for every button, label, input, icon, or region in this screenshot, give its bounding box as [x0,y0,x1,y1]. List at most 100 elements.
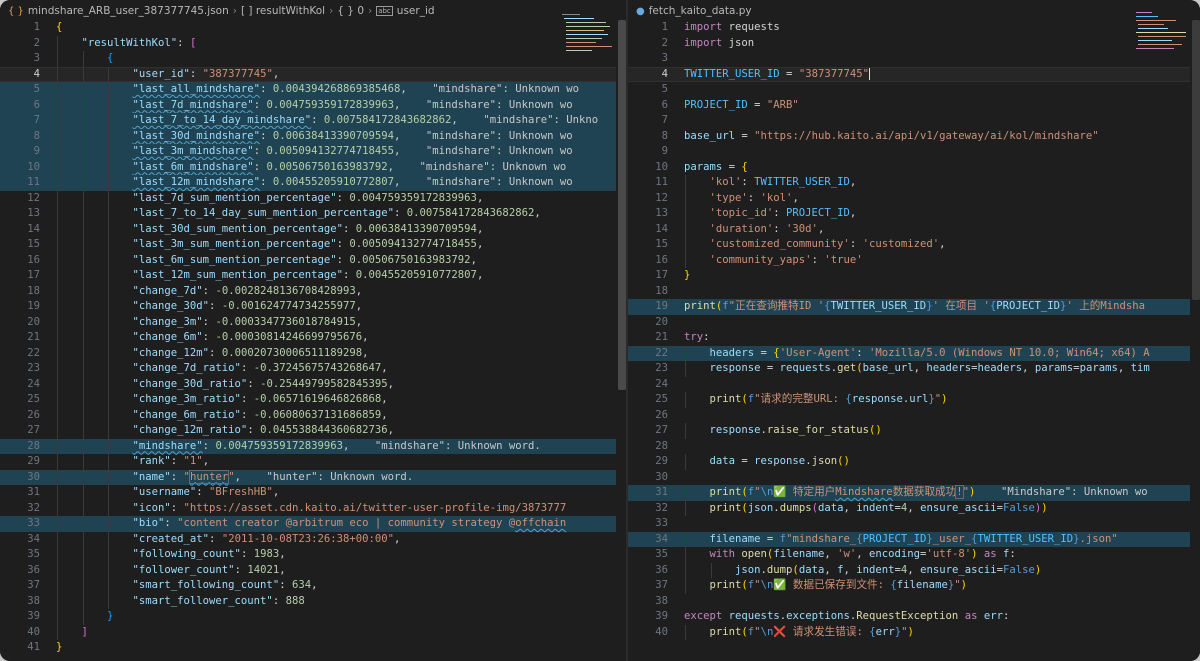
code-line[interactable]: 22 headers = {'User-Agent': 'Mozilla/5.0 … [628,345,1200,361]
minimap[interactable] [1132,8,1196,68]
code-line[interactable]: 39} [0,609,626,625]
code-line[interactable]: 19 "change_30d": -0.001624774734255977, [0,299,626,315]
code-line[interactable]: 31 print(f"\n✅ 特定用户Mindshare数据获取成功!") "Mi… [628,485,1200,501]
code-line[interactable]: 11 "last_12m_mindshare": 0.00455205910772… [0,175,626,191]
code-line[interactable]: 21 try: [628,330,1200,346]
code-line[interactable]: 16 "last_6m_sum_mention_percentage": 0.00… [0,252,626,268]
breadcrumb-key[interactable]: user_id [397,5,435,17]
code-line[interactable]: 18 "change_7d": -0.0028248136708428993, [0,283,626,299]
code-line[interactable]: 25 "change_3m_ratio": -0.0657161964682686… [0,392,626,408]
code-line[interactable]: 26 "change_6m_ratio": -0.0608063713168685… [0,407,626,423]
code-line[interactable]: 24 [628,377,1200,393]
code-line[interactable]: 19 print(f"正在查询推特ID '{TWITTER_USER_ID}' 在… [628,299,1200,315]
code-line[interactable]: 12 "last_7d_sum_mention_percentage": 0.00… [0,190,626,206]
breadcrumb-file[interactable]: fetch_kaito_data.py [649,5,752,17]
code-area[interactable]: 1 import requests 2 import json 3 4 TWITTER_US… [628,20,1200,640]
code-line[interactable]: 27 "change_12m_ratio": 0.0455388443606827… [0,423,626,439]
code-line[interactable]: 2 import json [628,36,1200,52]
code-line[interactable]: 40 print(f"\n❌ 请求发生错误: {err}") [628,624,1200,640]
code-line[interactable]: 33 "bio": "content creator @arbitrum eco … [0,516,626,532]
code-line[interactable]: 35 "following_count": 1983, [0,547,626,563]
code-line[interactable]: 13 'topic_id': PROJECT_ID, [628,206,1200,222]
code-line[interactable]: 31 "username": "BFreshHB", [0,485,626,501]
scrollbar-thumb[interactable] [618,20,626,390]
code-line[interactable]: 34 "created_at": "2011-10-08T23:26:38+00:… [0,531,626,547]
code-line[interactable]: 5 [628,82,1200,98]
code-line[interactable]: 35 with open(filename, 'w', encoding='utf… [628,547,1200,563]
vertical-scrollbar[interactable] [1190,20,1200,661]
code-line[interactable]: 41} [0,640,626,656]
code-line[interactable]: 38 [628,594,1200,610]
code-line[interactable]: 24 "change_30d_ratio": -0.254497995828453… [0,376,626,392]
code-line[interactable]: 4 TWITTER_USER_ID = "387377745" [628,66,1200,82]
code-line[interactable]: 25 print(f"请求的完整URL: {response.url}") [628,392,1200,408]
code-line[interactable]: 7 "last_7_to_14_day_mindshare": 0.0075841… [0,113,626,129]
code-line[interactable]: 22 "change_12m": 0.00020730006511189298, [0,345,626,361]
code-line[interactable]: 38 "smart_follower_count": 888 [0,593,626,609]
indent-guide [108,252,109,268]
code-line[interactable]: 30 [628,470,1200,486]
code-line[interactable]: 34 filename = f"mindshare_{PROJECT_ID}_us… [628,531,1200,547]
minimap[interactable] [558,8,622,68]
code-line[interactable]: 29 data = response.json() [628,454,1200,470]
code-line[interactable]: 13 "last_7_to_14_day_sum_mention_percenta… [0,206,626,222]
code-line[interactable]: 23 "change_7d_ratio": -0.3724567574326864… [0,361,626,377]
code-line[interactable]: 32 print(json.dumps(data, indent=4, ensur… [628,500,1200,516]
breadcrumb-object[interactable]: { } 0 [337,5,364,17]
breadcrumb-array[interactable]: [ ] resultWithKol [241,5,325,17]
code-line[interactable]: 18 [628,284,1200,300]
code-line[interactable]: 20 "change_3m": -0.0003347736018784915, [0,314,626,330]
code-line[interactable]: 6 PROJECT_ID = "ARB" [628,98,1200,114]
code-token: ) [1041,501,1048,514]
code-line[interactable]: 11 'kol': TWITTER_USER_ID, [628,175,1200,191]
code-token: = [779,67,799,80]
code-line[interactable]: 28 [628,439,1200,455]
code-line[interactable]: 27 response.raise_for_status() [628,423,1200,439]
python-editor-pane[interactable]: ● fetch_kaito_data.py 1 import requests 2 i… [628,0,1200,661]
code-line[interactable]: 14 'duration': '30d', [628,221,1200,237]
code-line[interactable]: 8 "last_30d_mindshare": 0.006384133907095… [0,128,626,144]
code-line[interactable]: 3 [628,51,1200,67]
code-line[interactable]: 20 [628,315,1200,331]
code-line[interactable]: 39 except requests.exceptions.RequestExce… [628,609,1200,625]
code-line[interactable]: 28 "mindshare": 0.004759359172839963, "mi… [0,438,626,454]
code-line[interactable]: 17} [628,268,1200,284]
code-line[interactable]: 40] [0,624,626,640]
code-line[interactable]: 1 import requests [628,20,1200,36]
json-editor-pane[interactable]: { } mindshare_ARB_user_387377745.json › … [0,0,626,661]
code-line[interactable]: 10 params = { [628,160,1200,176]
code-line[interactable]: 2 "resultWithKol": [ [0,35,626,51]
code-line[interactable]: 3{ [0,51,626,67]
code-line[interactable]: 30 "name": "hunter", "hunter": Unknown wo… [0,469,626,485]
code-line[interactable]: 5 "last_all_mindshare": 0.004394268869385… [0,82,626,98]
code-area[interactable]: 1{2 "resultWithKol": [3{4 "user_id": "3873… [0,20,626,656]
code-line[interactable]: 37 print(f"\n✅ 数据已保存到文件: {filename}") [628,578,1200,594]
code-line[interactable]: 8 base_url = "https://hub.kaito.ai/api/v1… [628,129,1200,145]
code-line[interactable]: 4 "user_id": "387377745", [0,66,626,82]
scrollbar-thumb[interactable] [1192,20,1200,300]
code-line[interactable]: 36 "follower_count": 14021, [0,562,626,578]
code-line[interactable]: 14 "last_30d_sum_mention_percentage": 0.0… [0,221,626,237]
code-line[interactable]: 9 "last_3m_mindshare": 0.0050941327747184… [0,144,626,160]
code-line[interactable]: 12 'type': 'kol', [628,190,1200,206]
breadcrumb-file[interactable]: mindshare_ARB_user_387377745.json [28,5,229,17]
code-line[interactable]: 26 [628,408,1200,424]
code-line[interactable]: 23 response = requests.get(base_url, head… [628,361,1200,377]
code-line[interactable]: 6 "last_7d_mindshare": 0.0047593591728399… [0,97,626,113]
code-line[interactable]: 29 "rank": "1", [0,454,626,470]
code-line[interactable]: 36 json.dump(data, f, indent=4, ensure_as… [628,562,1200,578]
code-line[interactable]: 33 [628,516,1200,532]
code-line[interactable]: 1{ [0,20,626,36]
vertical-scrollbar[interactable] [616,20,626,661]
code-line[interactable]: 9 [628,144,1200,160]
code-line[interactable]: 16 'community_yaps': 'true' [628,252,1200,268]
code-line[interactable]: 21 "change_6m": -0.00030814246699795676, [0,330,626,346]
code-line[interactable]: 32 "icon": "https://asset.cdn.kaito.ai/tw… [0,500,626,516]
code-line[interactable]: 10 "last_6m_mindshare": 0.005067501639837… [0,159,626,175]
code-line[interactable]: 7 [628,113,1200,129]
code-line[interactable]: 15 'customized_community': 'customized', [628,237,1200,253]
code-line[interactable]: 37 "smart_following_count": 634, [0,578,626,594]
code-line[interactable]: 15 "last_3m_sum_mention_percentage": 0.00… [0,237,626,253]
code-token: : [170,501,184,514]
code-line[interactable]: 17 "last_12m_sum_mention_percentage": 0.0… [0,268,626,284]
